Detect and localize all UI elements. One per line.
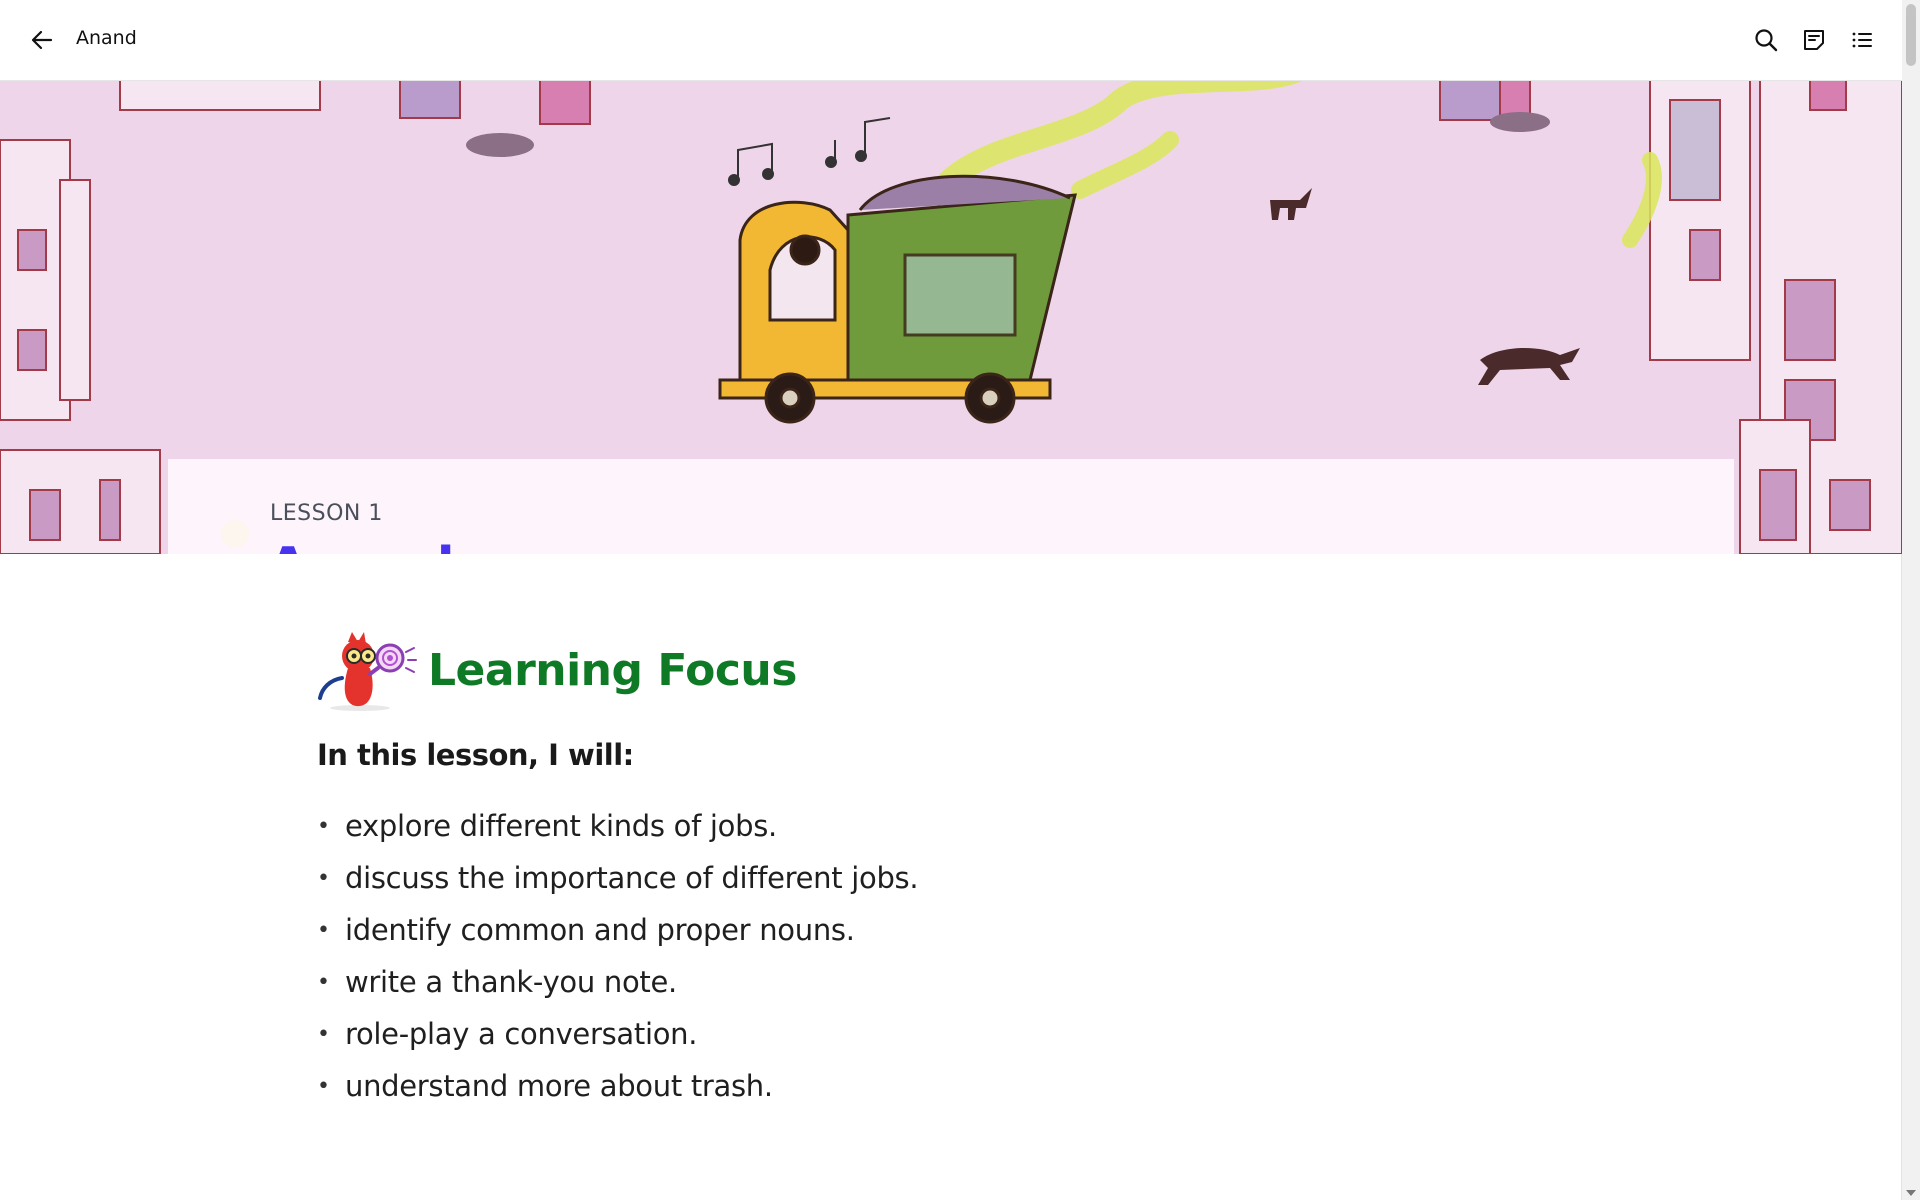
bullet-icon: •: [317, 969, 330, 995]
lesson-number: LESSON 1: [270, 501, 383, 526]
list-item: • explore different kinds of jobs.: [317, 800, 918, 852]
list-item-text: write a thank-you note.: [345, 965, 677, 999]
hero-banner: LESSON 1 Anand: [0, 80, 1902, 554]
scrollbar-thumb[interactable]: [1906, 4, 1916, 66]
list-item: • discuss the importance of different job…: [317, 852, 919, 904]
bullet-icon: •: [317, 917, 330, 943]
learning-focus-intro: In this lesson, I will:: [317, 738, 634, 772]
list-item-text: understand more about trash.: [345, 1069, 773, 1103]
list-item-text: identify common and proper nouns.: [345, 913, 855, 947]
list-item-text: role-play a conversation.: [345, 1017, 698, 1051]
lesson-header-card: LESSON 1 Anand: [168, 459, 1734, 554]
notes-icon: [1804, 30, 1824, 50]
list-item-text: explore different kinds of jobs.: [345, 809, 777, 843]
learning-focus-title: Learning Focus: [428, 644, 797, 696]
list-item: • write a thank-you note.: [317, 956, 918, 1008]
learning-focus-header: Learning Focus: [314, 628, 797, 712]
scrollbar[interactable]: [1901, 0, 1920, 1200]
search-icon: [1755, 29, 1778, 52]
arrow-left-icon: [31, 30, 53, 50]
list-item-text: discuss the importance of different jobs…: [345, 861, 919, 895]
bullet-icon: •: [317, 813, 330, 839]
back-button[interactable]: [26, 26, 58, 54]
list-item: • identify common and proper nouns.: [317, 904, 918, 956]
table-of-contents-icon: [1852, 32, 1872, 48]
bullet-icon: •: [317, 1073, 330, 1099]
scroll-down-arrow-icon[interactable]: [1906, 1190, 1916, 1196]
notes-button[interactable]: [1800, 24, 1828, 56]
mascot-with-magnifier-icon: [318, 632, 417, 711]
lesson-title: Anand: [268, 537, 455, 554]
bullet-icon: •: [317, 1021, 330, 1047]
bullet-icon: •: [317, 865, 330, 891]
table-of-contents-button[interactable]: [1848, 24, 1876, 56]
list-item: • understand more about trash.: [317, 1060, 918, 1112]
top-bar: Anand: [0, 0, 1902, 81]
list-item: • role-play a conversation.: [317, 1008, 918, 1060]
search-button[interactable]: [1752, 24, 1780, 56]
learning-goals-list: • explore different kinds of jobs. • discu…: [317, 800, 919, 1112]
page-title: Anand: [76, 27, 137, 49]
